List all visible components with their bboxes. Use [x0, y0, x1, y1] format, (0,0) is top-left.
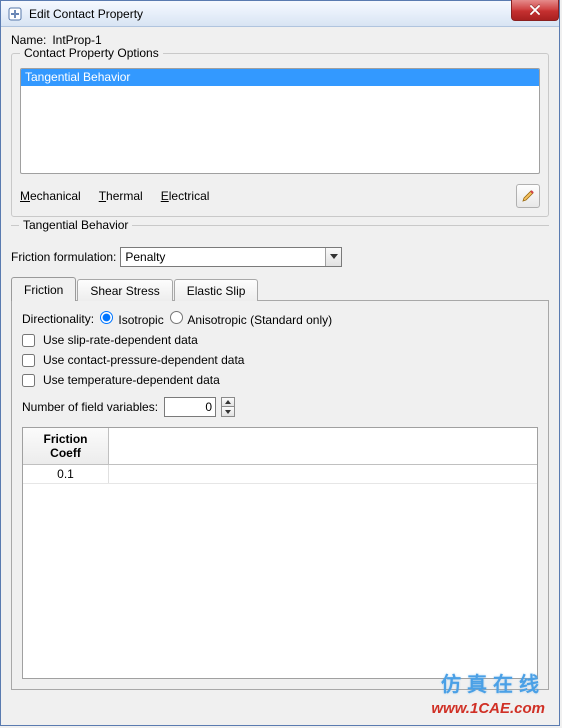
grid-header-row: FrictionCoeff — [23, 428, 537, 465]
tangential-title: Tangential Behavior — [19, 218, 132, 232]
chevron-down-icon — [330, 254, 338, 260]
check-pressure-row: Use contact-pressure-dependent data — [22, 353, 538, 367]
num-field-vars-row: Number of field variables: — [22, 397, 538, 417]
dialog-window: Edit Contact Property Name: IntProp-1 Co… — [0, 0, 560, 726]
check-temperature[interactable] — [22, 374, 35, 387]
radio-anisotropic-label: Anisotropic (Standard only) — [187, 313, 332, 327]
tab-shear-stress[interactable]: Shear Stress — [77, 279, 172, 301]
chevron-up-icon — [225, 400, 231, 404]
radio-anisotropic[interactable] — [170, 311, 183, 324]
radio-isotropic[interactable] — [100, 311, 113, 324]
menu-thermal[interactable]: Thermal — [99, 189, 143, 203]
options-menu-row: Mechanical Thermal Electrical — [20, 184, 540, 208]
menu-electrical[interactable]: Electrical — [161, 189, 210, 203]
radio-anisotropic-wrap[interactable]: Anisotropic (Standard only) — [170, 311, 332, 327]
contact-options-title: Contact Property Options — [20, 46, 163, 60]
directionality-label: Directionality: — [22, 312, 94, 326]
grid-row[interactable]: 0.1 — [23, 465, 537, 484]
radio-isotropic-wrap[interactable]: Isotropic — [100, 311, 164, 327]
close-button[interactable] — [511, 0, 559, 21]
spin-buttons — [221, 397, 235, 417]
radio-isotropic-label: Isotropic — [118, 313, 163, 327]
watermark-cn: 仿真在线 — [441, 668, 545, 697]
grid-header-friction-coeff: FrictionCoeff — [23, 428, 109, 464]
option-item-tangential[interactable]: Tangential Behavior — [21, 69, 539, 86]
check-contact-pressure[interactable] — [22, 354, 35, 367]
watermark-url: www.1CAE.com — [431, 700, 545, 717]
num-field-vars-label: Number of field variables: — [22, 400, 158, 414]
edit-button[interactable] — [516, 184, 540, 208]
check-slip-label: Use slip-rate-dependent data — [43, 333, 198, 347]
spin-up[interactable] — [221, 397, 235, 407]
chevron-down-icon — [225, 410, 231, 414]
title-bar: Edit Contact Property — [1, 1, 559, 27]
check-temp-label: Use temperature-dependent data — [43, 373, 220, 387]
contact-options-group: Contact Property Options Tangential Beha… — [11, 53, 549, 217]
grid-cell[interactable]: 0.1 — [23, 465, 109, 483]
name-value: IntProp-1 — [52, 33, 101, 47]
friction-formulation-combo[interactable]: Penalty — [120, 247, 342, 267]
window-title: Edit Contact Property — [29, 7, 143, 21]
friction-formulation-value: Penalty — [121, 250, 165, 264]
name-label: Name: — [11, 33, 46, 47]
directionality-row: Directionality: Isotropic Anisotropic (S… — [22, 311, 538, 327]
tab-elastic-slip[interactable]: Elastic Slip — [174, 279, 259, 301]
app-icon — [7, 6, 23, 22]
check-slip-row: Use slip-rate-dependent data — [22, 333, 538, 347]
friction-formulation-row: Friction formulation: Penalty — [11, 247, 549, 267]
spin-down[interactable] — [221, 407, 235, 417]
combo-dropdown-button[interactable] — [325, 248, 341, 266]
tab-friction[interactable]: Friction — [11, 277, 76, 301]
tab-strip: Friction Shear Stress Elastic Slip — [11, 277, 549, 301]
check-pressure-label: Use contact-pressure-dependent data — [43, 353, 244, 367]
friction-formulation-label: Friction formulation: — [11, 250, 116, 264]
tabs: Friction Shear Stress Elastic Slip Direc… — [11, 277, 549, 690]
friction-grid[interactable]: FrictionCoeff 0.1 — [22, 427, 538, 679]
check-temp-row: Use temperature-dependent data — [22, 373, 538, 387]
num-field-vars-input[interactable] — [164, 397, 216, 417]
dialog-body: Name: IntProp-1 Contact Property Options… — [1, 27, 559, 700]
name-row: Name: IntProp-1 — [11, 33, 549, 47]
menu-mechanical[interactable]: Mechanical — [20, 189, 81, 203]
tangential-section-head: Tangential Behavior — [11, 225, 549, 237]
pencil-icon — [521, 189, 535, 203]
close-icon — [529, 5, 541, 15]
tab-panel-friction: Directionality: Isotropic Anisotropic (S… — [11, 300, 549, 690]
options-listbox[interactable]: Tangential Behavior — [20, 68, 540, 174]
check-slip-rate[interactable] — [22, 334, 35, 347]
